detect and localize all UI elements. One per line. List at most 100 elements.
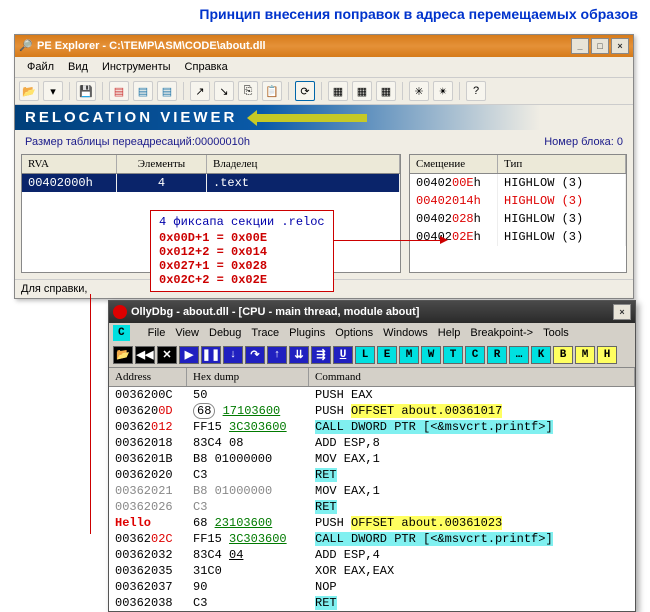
reloc-banner: RELOCATION VIEWER [15, 105, 633, 130]
cpu-badge: C [113, 325, 130, 341]
close-button[interactable]: × [613, 304, 631, 320]
btn-e[interactable]: E [377, 346, 397, 364]
btn-h[interactable]: H [597, 346, 617, 364]
export2-icon[interactable]: ↘ [214, 81, 234, 101]
tool-b-icon[interactable]: ✴ [433, 81, 453, 101]
btn-k[interactable]: K [531, 346, 551, 364]
fixup-line: 0x012+2 = 0x014 [159, 245, 325, 259]
recent-icon[interactable]: ▾ [43, 81, 63, 101]
step-into-icon[interactable]: ↓ [223, 346, 243, 364]
menu-view[interactable]: Вид [62, 59, 94, 75]
btn-r[interactable]: R [487, 346, 507, 364]
save-icon[interactable]: 💾 [76, 81, 96, 101]
tool-a-icon[interactable]: ✳ [409, 81, 429, 101]
menu-item[interactable]: Help [433, 325, 466, 341]
maximize-button[interactable]: □ [591, 38, 609, 54]
disasm-row[interactable]: 0036200C50PUSH EAX [109, 387, 635, 403]
disasm-row[interactable]: Hello68 23103600PUSH OFFSET about.003610… [109, 515, 635, 531]
btn-l[interactable]: L [355, 346, 375, 364]
folder-icon[interactable]: 📂 [113, 346, 133, 364]
col-command[interactable]: Command [309, 368, 635, 386]
col-type[interactable]: Тип [498, 155, 626, 173]
open-icon[interactable]: 📂 [19, 81, 39, 101]
disasm-row[interactable]: 0036203790NOP [109, 579, 635, 595]
disasm-row[interactable]: 0036200D68 17103600PUSH OFFSET about.003… [109, 403, 635, 419]
grid2-icon[interactable]: ▦ [352, 81, 372, 101]
doc2-icon[interactable]: ▤ [133, 81, 153, 101]
olly-toolbar: 📂 ◀◀ ✕ ▶ ❚❚ ↓ ↷ ↑ ⇊ ⇶ U L E M W T C R … … [109, 343, 635, 368]
menu-item[interactable]: Plugins [284, 325, 330, 341]
fixup-annotation: 4 фиксапа секции .reloc 0x00D+1 = 0x00E0… [150, 210, 334, 292]
disasm-row[interactable]: 0036201BB8 01000000MOV EAX,1 [109, 451, 635, 467]
trace-over-icon[interactable]: ⇶ [311, 346, 331, 364]
trace-into-icon[interactable]: ⇊ [289, 346, 309, 364]
menu-item[interactable]: Breakpoint-> [465, 325, 538, 341]
grid1-icon[interactable]: ▦ [328, 81, 348, 101]
disasm-row[interactable]: 00362038C3RET [109, 595, 635, 611]
pe-menubar: Файл Вид Инструменты Справка [15, 57, 633, 78]
col-owner[interactable]: Владелец [207, 155, 400, 173]
btn-m2[interactable]: M [575, 346, 595, 364]
disasm-row[interactable]: 00362012FF15 3C303600CALL DWORD PTR [<&m… [109, 419, 635, 435]
btn-m[interactable]: M [399, 346, 419, 364]
menu-tools[interactable]: Инструменты [96, 59, 177, 75]
disasm-row[interactable]: 00362020C3RET [109, 467, 635, 483]
disasm-row[interactable]: 00362026C3RET [109, 499, 635, 515]
step-out-icon[interactable]: ↑ [267, 346, 287, 364]
table-row[interactable]: 0040200EhHIGHLOW (3) [410, 174, 626, 192]
table-row[interactable]: 00402028hHIGHLOW (3) [410, 210, 626, 228]
minimize-button[interactable]: _ [571, 38, 589, 54]
disasm-row[interactable]: 0036201883C4 08ADD ESP,8 [109, 435, 635, 451]
menu-item[interactable]: Options [330, 325, 378, 341]
col-address[interactable]: Address [109, 368, 187, 386]
disasm-row[interactable]: 00362021B8 01000000MOV EAX,1 [109, 483, 635, 499]
btn-w[interactable]: W [421, 346, 441, 364]
table-row[interactable]: 00402000h 4 .text [22, 174, 400, 192]
copy-icon[interactable]: ⎘ [238, 81, 258, 101]
paste-icon[interactable]: 📋 [262, 81, 282, 101]
run-icon[interactable]: ▶ [179, 346, 199, 364]
until-icon[interactable]: U [333, 346, 353, 364]
col-offset[interactable]: Смещение [410, 155, 498, 173]
doc1-icon[interactable]: ▤ [109, 81, 129, 101]
table-row[interactable]: 00402014hHIGHLOW (3) [410, 192, 626, 210]
olly-titlebar[interactable]: OllyDbg - about.dll - [CPU - main thread… [109, 301, 635, 323]
doc3-icon[interactable]: ▤ [157, 81, 177, 101]
disasm-row[interactable]: 0036202CFF15 3C303600CALL DWORD PTR [<&m… [109, 531, 635, 547]
page-caption: Принцип внесения поправок в адреса перем… [0, 0, 650, 26]
menu-item[interactable]: Debug [204, 325, 246, 341]
btn-c[interactable]: C [465, 346, 485, 364]
olly-title-text: OllyDbg - about.dll - [CPU - main thread… [131, 306, 419, 318]
pe-titlebar[interactable]: 🔎 PE Explorer - C:\TEMP\ASM\CODE\about.d… [15, 35, 633, 57]
menu-item[interactable]: Windows [378, 325, 433, 341]
stop-icon[interactable]: ✕ [157, 346, 177, 364]
pe-title-text: PE Explorer - C:\TEMP\ASM\CODE\about.dll [37, 40, 266, 52]
app-icon: 🔎 [19, 39, 33, 53]
menu-item[interactable]: View [170, 325, 204, 341]
menu-item[interactable]: Tools [538, 325, 574, 341]
menu-item[interactable]: Trace [246, 325, 284, 341]
btn-more[interactable]: … [509, 346, 529, 364]
disassembly-pane[interactable]: Address Hex dump Command 0036200C50PUSH … [109, 368, 635, 611]
disasm-row[interactable]: 0036203283C4 04ADD ESP,4 [109, 547, 635, 563]
pause-icon[interactable]: ❚❚ [201, 346, 221, 364]
col-elements[interactable]: Элементы [117, 155, 207, 173]
menu-file[interactable]: Файл [21, 59, 60, 75]
export1-icon[interactable]: ↗ [190, 81, 210, 101]
disasm-row[interactable]: 0036203531C0XOR EAX,EAX [109, 563, 635, 579]
btn-t[interactable]: T [443, 346, 463, 364]
col-hexdump[interactable]: Hex dump [187, 368, 309, 386]
close-button[interactable]: × [611, 38, 629, 54]
grid3-icon[interactable]: ▦ [376, 81, 396, 101]
col-rva[interactable]: RVA [22, 155, 117, 173]
menu-item[interactable]: File [143, 325, 171, 341]
step-over-icon[interactable]: ↷ [245, 346, 265, 364]
help-icon[interactable]: ? [466, 81, 486, 101]
btn-b[interactable]: B [553, 346, 573, 364]
reloc-icon[interactable]: ⟳ [295, 81, 315, 101]
menu-help[interactable]: Справка [179, 59, 234, 75]
rewind-icon[interactable]: ◀◀ [135, 346, 155, 364]
offset-table[interactable]: Смещение Тип 0040200EhHIGHLOW (3)0040201… [409, 154, 627, 273]
fixup-line: 0x02C+2 = 0x02E [159, 273, 325, 287]
fixup-line: 0x00D+1 = 0x00E [159, 231, 325, 245]
